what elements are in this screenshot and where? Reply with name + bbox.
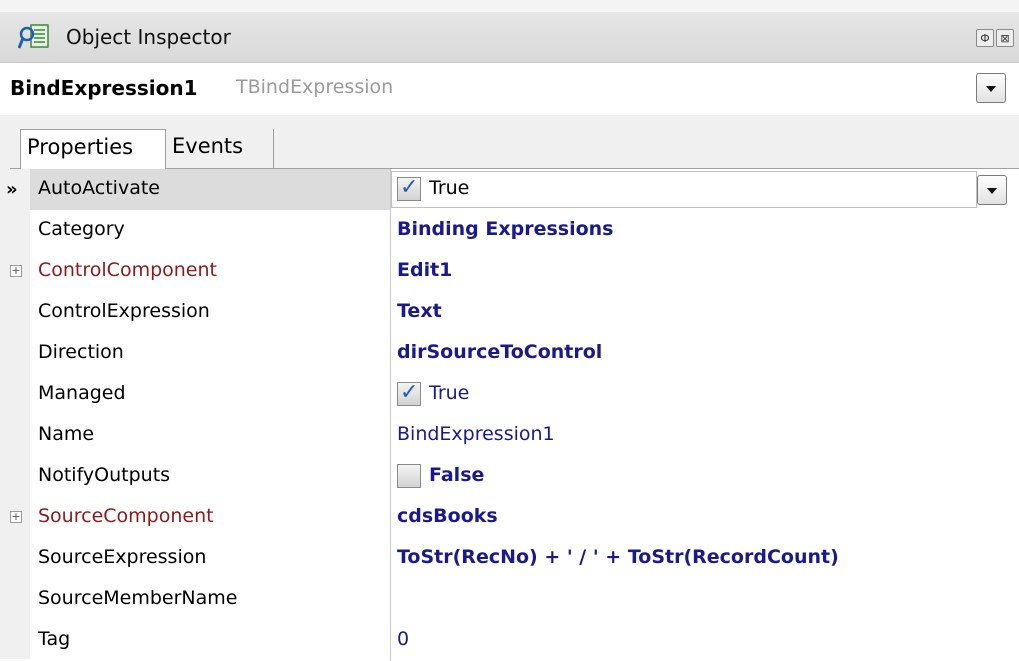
property-value-cell[interactable]: cdsBooks: [391, 497, 1019, 538]
property-row-name[interactable]: Name BindExpression1: [0, 415, 1019, 456]
property-value-cell[interactable]: dirSourceToControl: [391, 333, 1019, 374]
property-value-cell[interactable]: True: [391, 374, 1019, 415]
property-value: dirSourceToControl: [397, 341, 603, 363]
property-value-cell[interactable]: BindExpression1: [391, 415, 1019, 456]
property-name: ControlComponent: [38, 259, 217, 281]
expand-icon[interactable]: +: [10, 265, 22, 277]
property-name: AutoActivate: [38, 177, 160, 199]
component-type: TBindExpression: [236, 76, 394, 98]
tab-properties[interactable]: Properties: [20, 129, 166, 170]
property-row-notifyoutputs[interactable]: NotifyOutputs False: [0, 456, 1019, 497]
property-value-cell[interactable]: 0: [391, 620, 1019, 661]
property-value: BindExpression1: [397, 423, 555, 445]
top-strip: [0, 0, 1019, 12]
property-name-cell: SourceExpression: [30, 538, 390, 579]
property-name-cell: AutoActivate: [30, 169, 390, 210]
property-value-cell[interactable]: Binding Expressions: [391, 210, 1019, 251]
property-value: 0: [397, 628, 410, 650]
property-name: Managed: [38, 382, 126, 404]
chevron-down-icon: [987, 188, 997, 194]
property-name: NotifyOutputs: [38, 464, 171, 486]
property-row-category[interactable]: Category Binding Expressions: [0, 210, 1019, 251]
pin-button[interactable]: Ф: [976, 29, 994, 47]
property-row-controlcomponent[interactable]: + ControlComponent Edit1: [0, 251, 1019, 292]
property-value-cell[interactable]: False: [391, 456, 1019, 497]
close-button[interactable]: ⊠: [996, 29, 1014, 47]
property-row-sourcemembername[interactable]: SourceMemberName: [0, 579, 1019, 620]
property-name-cell: NotifyOutputs: [30, 456, 390, 497]
property-name-cell: Tag: [30, 620, 390, 661]
property-name: Direction: [38, 341, 124, 363]
property-name-cell: Category: [30, 210, 390, 251]
property-name: SourceExpression: [38, 546, 207, 568]
object-inspector-icon: [18, 24, 49, 49]
property-name-cell: SourceMemberName: [30, 579, 390, 620]
property-name: SourceMemberName: [38, 587, 238, 609]
property-name-cell: SourceComponent: [30, 497, 390, 538]
property-grid: » AutoActivate True Category Binding Exp…: [0, 169, 1019, 661]
property-row-sourcecomponent[interactable]: + SourceComponent cdsBooks: [0, 497, 1019, 538]
property-row-direction[interactable]: Direction dirSourceToControl: [0, 333, 1019, 374]
property-name: SourceComponent: [38, 505, 214, 527]
tab-bar: Properties Events: [0, 115, 1019, 170]
property-row-controlexpression[interactable]: ControlExpression Text: [0, 292, 1019, 333]
selected-row-arrow-icon: »: [6, 179, 18, 200]
value-editor[interactable]: [391, 171, 977, 208]
property-name-cell: Direction: [30, 333, 390, 374]
property-name-cell: Name: [30, 415, 390, 456]
window-title: Object Inspector: [66, 25, 231, 49]
property-row-tag[interactable]: Tag 0: [0, 620, 1019, 661]
property-name: ControlExpression: [38, 300, 210, 322]
property-value-cell[interactable]: ToStr(RecNo) + ' / ' + ToStr(RecordCount…: [391, 538, 1019, 579]
property-value-cell[interactable]: [391, 579, 1019, 620]
property-row-managed[interactable]: Managed True: [0, 374, 1019, 415]
property-name: Name: [38, 423, 95, 445]
property-row-autoactivate[interactable]: » AutoActivate True: [0, 169, 1019, 210]
component-name: BindExpression1: [10, 76, 198, 100]
property-name-cell: Managed: [30, 374, 390, 415]
property-value: cdsBooks: [397, 505, 498, 527]
managed-checkbox[interactable]: [397, 380, 421, 406]
property-name-cell: ControlComponent: [30, 251, 390, 292]
property-value: True: [429, 177, 470, 199]
property-row-sourceexpression[interactable]: SourceExpression ToStr(RecNo) + ' / ' + …: [0, 538, 1019, 579]
property-value-cell[interactable]: Text: [391, 292, 1019, 333]
property-value: ToStr(RecNo) + ' / ' + ToStr(RecordCount…: [397, 546, 839, 568]
property-value: Text: [397, 300, 442, 322]
notifyoutputs-checkbox[interactable]: [397, 464, 421, 488]
value-dropdown-button[interactable]: [977, 175, 1007, 205]
close-icon: ⊠: [1000, 32, 1010, 45]
pin-icon: Ф: [980, 32, 990, 45]
property-name-cell: ControlExpression: [30, 292, 390, 333]
property-value: False: [429, 464, 485, 486]
property-value-cell[interactable]: Edit1: [391, 251, 1019, 292]
property-value-cell[interactable]: True: [391, 169, 1019, 210]
autoactivate-checkbox[interactable]: [397, 175, 421, 201]
component-selector[interactable]: BindExpression1 TBindExpression: [0, 63, 1019, 115]
property-value: True: [429, 382, 470, 404]
property-value: Binding Expressions: [397, 218, 614, 240]
expand-icon[interactable]: +: [10, 511, 22, 523]
chevron-down-icon: [986, 86, 996, 92]
property-value: Edit1: [397, 259, 453, 281]
property-name: Category: [38, 218, 125, 240]
tab-events[interactable]: Events: [166, 129, 274, 169]
property-name: Tag: [38, 628, 71, 650]
component-dropdown-button[interactable]: [976, 73, 1006, 103]
title-bar: Object Inspector Ф ⊠: [0, 12, 1019, 63]
